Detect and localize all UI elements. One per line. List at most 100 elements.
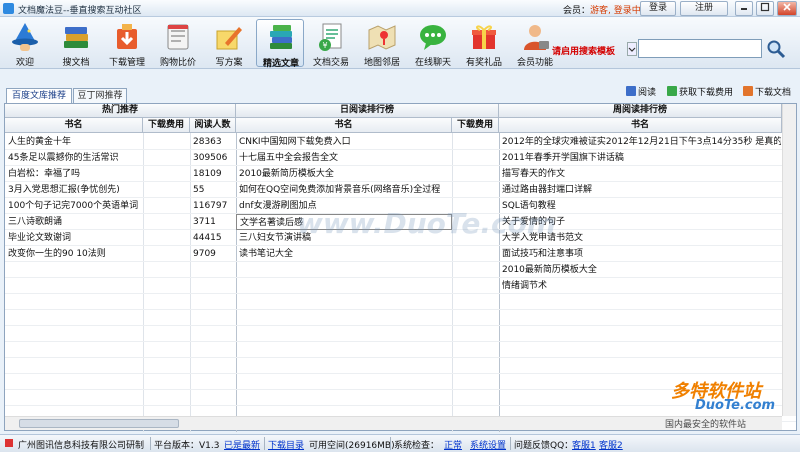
col-daily-name[interactable]: 书名 bbox=[236, 118, 452, 133]
status-bar: 广州图讯信息科技有限公司研制 平台版本：V1.3 已是最新 下载目录 可用空间(… bbox=[0, 434, 800, 452]
toolbar-featured-articles[interactable]: 精选文章 bbox=[256, 19, 304, 69]
col-hot-name[interactable]: 书名 bbox=[5, 118, 143, 133]
minimize-button[interactable] bbox=[735, 1, 753, 16]
hot-row-name[interactable]: 45条足以震撼你的生活常识 bbox=[5, 150, 143, 166]
download-doc-icon bbox=[743, 86, 753, 96]
daily-row-fee[interactable] bbox=[452, 134, 499, 150]
hot-row-name[interactable]: 人生的黄金十年 bbox=[5, 134, 143, 150]
watermark-slogan: 国内最安全的软件站 bbox=[665, 420, 747, 430]
hot-row-name[interactable]: 三八诗歌朗诵 bbox=[5, 214, 143, 230]
hot-row-fee[interactable] bbox=[143, 214, 190, 230]
tab-baidu-wenku[interactable]: 百度文库推荐 bbox=[6, 88, 72, 104]
toolbar-doc-trade[interactable]: ¥ 文档交易 bbox=[307, 19, 355, 68]
hot-row-fee[interactable] bbox=[143, 198, 190, 214]
daily-row-name[interactable]: 读书笔记大全 bbox=[236, 246, 452, 262]
daily-row-name[interactable]: 十七届五中全会报告全文 bbox=[236, 150, 452, 166]
daily-row-name[interactable]: CNKI中国知网下载免费入口 bbox=[236, 134, 452, 150]
search-template-tip: 请启用搜索模板 bbox=[552, 47, 616, 57]
search-button[interactable] bbox=[766, 39, 786, 59]
daily-row-name[interactable]: 2010最新简历模板大全 bbox=[236, 166, 452, 182]
row-divider bbox=[5, 405, 796, 406]
hot-row-readers[interactable]: 116797 bbox=[190, 198, 236, 214]
hot-row-name[interactable]: 100个句子记完7000个英语单词 bbox=[5, 198, 143, 214]
hot-row-readers[interactable]: 3711 bbox=[190, 214, 236, 230]
hot-row-name[interactable]: 白岩松：幸福了吗 bbox=[5, 166, 143, 182]
col-hot-readers[interactable]: 阅读人数 bbox=[190, 118, 236, 133]
hot-row-name[interactable]: 毕业论文致谢词 bbox=[5, 230, 143, 246]
status-check-label: 系统检查： bbox=[394, 441, 440, 451]
hot-row-readers[interactable]: 18109 bbox=[190, 166, 236, 182]
toolbar-map-neighbors-label: 地图邻居 bbox=[363, 58, 400, 68]
toolbar-member-functions[interactable]: 会员功能 bbox=[511, 19, 559, 68]
download-doc-action[interactable]: 下载文档 bbox=[743, 85, 791, 98]
hot-row-fee[interactable] bbox=[143, 150, 190, 166]
toolbar-map-neighbors[interactable]: 地图邻居 bbox=[358, 19, 406, 68]
search-icon bbox=[767, 40, 786, 59]
col-weekly-name[interactable]: 书名 bbox=[499, 118, 782, 133]
toolbar-welcome[interactable]: 欢迎 bbox=[1, 19, 49, 68]
scroll-thumb[interactable] bbox=[19, 419, 179, 428]
toolbar-write-plan-label: 写方案 bbox=[215, 58, 243, 68]
col-daily-fee[interactable]: 下载费用 bbox=[452, 118, 499, 133]
hot-row-readers[interactable]: 309506 bbox=[190, 150, 236, 166]
tab-docin[interactable]: 豆丁网推荐 bbox=[73, 88, 127, 104]
hot-row-fee[interactable] bbox=[143, 230, 190, 246]
weekly-row-name[interactable]: 面试技巧和注意事项 bbox=[499, 246, 781, 262]
hot-row-fee[interactable] bbox=[143, 246, 190, 262]
document-trade-icon: ¥ bbox=[319, 23, 342, 51]
toolbar-prize-gifts[interactable]: 有奖礼品 bbox=[460, 19, 508, 68]
col-hot-fee[interactable]: 下载费用 bbox=[143, 118, 190, 133]
daily-row-fee[interactable] bbox=[452, 246, 499, 262]
fee-icon bbox=[667, 86, 677, 96]
toolbar-featured-articles-label: 精选文章 bbox=[262, 59, 299, 69]
daily-row-name[interactable]: 如何在QQ空间免费添加背景音乐(网络音乐)全过程 bbox=[236, 182, 452, 198]
hot-row-readers[interactable]: 28363 bbox=[190, 134, 236, 150]
close-button[interactable] bbox=[777, 1, 797, 16]
status-icon bbox=[4, 438, 14, 451]
hot-row-name[interactable]: 改变你一生的90 10法则 bbox=[5, 246, 143, 262]
hot-row-readers[interactable]: 44415 bbox=[190, 230, 236, 246]
svg-text:¥: ¥ bbox=[322, 41, 327, 50]
hot-row-readers[interactable]: 55 bbox=[190, 182, 236, 198]
status-check-ok-link[interactable]: 正常 bbox=[444, 438, 462, 451]
toolbar-shopping[interactable]: 购物比价 bbox=[154, 19, 202, 68]
get-fee-action[interactable]: 获取下载费用 bbox=[667, 85, 733, 98]
toolbar-write-plan[interactable]: 写方案 bbox=[205, 19, 253, 68]
daily-row-fee[interactable] bbox=[452, 182, 499, 198]
toolbar-download-manager[interactable]: 下载管理 bbox=[103, 19, 151, 68]
toolbar-prize-gifts-label: 有奖礼品 bbox=[465, 58, 502, 68]
daily-row-fee[interactable] bbox=[452, 150, 499, 166]
toolbar-search-docs[interactable]: 搜文档 bbox=[52, 19, 100, 68]
hot-row-name[interactable]: 3月入党思想汇报(争忧创先) bbox=[5, 182, 143, 198]
read-action[interactable]: 阅读 bbox=[626, 85, 656, 98]
hot-row-fee[interactable] bbox=[143, 134, 190, 150]
hot-row-fee[interactable] bbox=[143, 166, 190, 182]
maximize-button[interactable] bbox=[756, 1, 774, 16]
status-settings-link[interactable]: 系统设置 bbox=[470, 438, 506, 451]
download-icon bbox=[117, 24, 137, 49]
app-icon bbox=[3, 3, 14, 14]
hot-row-readers[interactable]: 9709 bbox=[190, 246, 236, 262]
status-kf1-link[interactable]: 客服1 bbox=[572, 438, 596, 451]
weekly-row-name[interactable]: 通过路由器封端口详解 bbox=[499, 182, 781, 198]
hot-row-fee[interactable] bbox=[143, 182, 190, 198]
status-kf2-link[interactable]: 客服2 bbox=[599, 438, 623, 451]
weekly-row-name[interactable]: 情绪调节术 bbox=[499, 278, 781, 294]
article-books-icon bbox=[270, 25, 292, 49]
status-download-dir-link[interactable]: 下载目录 bbox=[268, 438, 304, 451]
search-template-dropdown[interactable] bbox=[627, 42, 637, 56]
vertical-scrollbar[interactable] bbox=[782, 104, 796, 416]
toolbar-online-chat[interactable]: 在线聊天 bbox=[409, 19, 457, 68]
map-icon bbox=[368, 25, 396, 50]
weekly-row-name[interactable]: 描写春天的作文 bbox=[499, 166, 781, 182]
weekly-row-name[interactable]: 2011年春季开学国旗下讲话稿 bbox=[499, 150, 781, 166]
status-latest-link[interactable]: 已是最新 bbox=[224, 438, 260, 451]
search-input[interactable] bbox=[638, 39, 762, 58]
weekly-row-name[interactable]: 2010最新简历模板大全 bbox=[499, 262, 781, 278]
weekly-row-name[interactable]: 2012年的全球灾难被证实2012年12月21日下午3点14分35秒 是真的吗 bbox=[499, 134, 781, 150]
register-button[interactable]: 注册 bbox=[680, 1, 728, 16]
toolbar-welcome-label: 欢迎 bbox=[15, 58, 34, 68]
daily-row-fee[interactable] bbox=[452, 166, 499, 182]
section-hot: 热门推荐 bbox=[5, 104, 236, 118]
login-button[interactable]: 登录 bbox=[640, 1, 676, 16]
